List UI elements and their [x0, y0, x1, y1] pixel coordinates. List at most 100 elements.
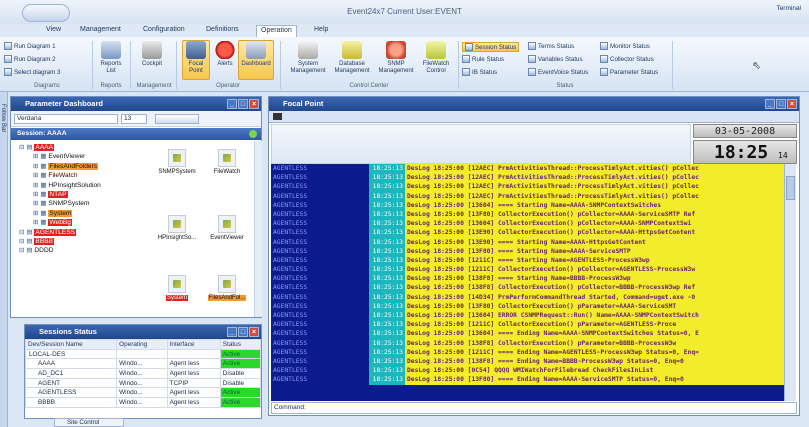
minimize-icon[interactable]: _	[227, 99, 237, 109]
table-row[interactable]: AGENTLESS Windo... Agent less Active	[24, 387, 262, 399]
select-diagram-3-button[interactable]: Select diagram 3	[4, 68, 60, 76]
menu-configuration[interactable]: Configuration	[143, 26, 185, 33]
monitor-status-button[interactable]: Monitor Status	[600, 42, 650, 50]
minimize-icon[interactable]: _	[765, 99, 775, 109]
table-row[interactable]: AAAA Windo... Agent less Active	[24, 358, 262, 370]
log-row[interactable]: AGENTLESS 18:25:13 DesLog 18:25:00 [13F80]…	[271, 246, 796, 256]
close-icon[interactable]: ×	[249, 99, 259, 109]
parameter-status-button[interactable]: Parameter Status	[600, 68, 658, 76]
table-row[interactable]: LOCAL-DES Active	[24, 348, 262, 360]
run-diagram-1-button[interactable]: Run Diagram 1	[4, 42, 56, 50]
scrollbar-thumb[interactable]	[786, 176, 795, 200]
parameter-tile[interactable]: FileWatch	[195, 149, 259, 175]
log-row[interactable]: AGENTLESS 18:25:13 DesLog 18:25:00 [138F8]…	[271, 274, 796, 284]
reports-list-button[interactable]: Reports List	[96, 41, 126, 75]
site-control-tab[interactable]: Site Control	[54, 418, 124, 427]
log-row[interactable]: AGENTLESS 18:25:13 DesLog 18:25:00 [12AEC]…	[271, 164, 796, 174]
dashboard-scrollbar[interactable]	[254, 141, 262, 317]
ib-status-button[interactable]: IB Status	[462, 68, 497, 76]
maximize-icon[interactable]: □	[776, 99, 786, 109]
tree-node[interactable]: ⊟ ▤ DDDD	[15, 246, 163, 255]
log-row[interactable]: AGENTLESS 18:25:13 DesLog 18:25:00 [13F80]…	[271, 209, 796, 220]
close-icon[interactable]: ×	[787, 99, 797, 109]
menu-help[interactable]: Help	[314, 26, 328, 33]
filewatch-control-button[interactable]: FileWatch Control	[418, 41, 454, 75]
column-header-status[interactable]: Status	[219, 339, 262, 350]
dashboard-button[interactable]: Dashboard	[238, 40, 274, 80]
log-row[interactable]: AGENTLESS 18:25:13 DesLog 18:25:00 [13604]…	[271, 329, 796, 339]
system-management-button[interactable]: System Management	[286, 41, 330, 75]
log-row[interactable]: AGENTLESS 18:25:13 DesLog 18:25:00 [0C54] …	[271, 366, 796, 376]
log-row[interactable]: AGENTLESS 18:25:13 DesLog 18:25:00 [138F8]…	[271, 283, 796, 293]
menu-operation[interactable]: Operation	[256, 25, 297, 37]
log-row[interactable]: AGENTLESS 18:25:13 DesLog 18:25:00 [13F80]…	[271, 375, 796, 385]
parameter-tile[interactable]: FilesAndFol...	[195, 275, 259, 301]
log-row[interactable]: AGENTLESS 18:25:13 DesLog 18:25:00 [13E90]…	[271, 237, 796, 247]
log-row[interactable]: AGENTLESS 18:25:13 DesLog 18:25:00 [1211C]…	[271, 320, 796, 330]
table-row[interactable]: AD_DC1 Windo... Agent less Disable	[24, 368, 262, 379]
size-select[interactable]: 13	[121, 114, 147, 124]
menu-management[interactable]: Management	[80, 26, 121, 33]
log-row[interactable]: AGENTLESS 18:25:13 DesLog 18:25:00 [13E90]…	[271, 228, 796, 238]
log-row[interactable]: AGENTLESS 18:25:13 DesLog 18:25:00 [138F8]…	[271, 338, 796, 348]
log-row[interactable]: AGENTLESS 18:25:13 DesLog 18:25:00 [12AEC]…	[271, 191, 796, 201]
font-select[interactable]: Verdana	[14, 114, 118, 124]
log-row[interactable]: AGENTLESS 18:25:13 DesLog 18:25:00 [13F80]…	[271, 301, 796, 311]
tree-node[interactable]: ⊞ ▦ WebBg	[15, 218, 163, 227]
table-cell: Active	[219, 358, 262, 370]
follow-bar-tab[interactable]: Follow Bar	[0, 92, 8, 427]
table-row[interactable]: AGENT Windo... TCPIP Disable	[24, 377, 262, 389]
log-row[interactable]: AGENTLESS 18:25:13 DesLog 18:25:00 [1211C]…	[271, 347, 796, 357]
snmp-management-button[interactable]: SNMP Management	[374, 41, 418, 75]
tree-node[interactable]: ⊟ ▤ AGENTLESS	[15, 228, 163, 237]
log-row[interactable]: AGENTLESS 18:25:13 DesLog 18:25:00 [1211C]…	[271, 265, 796, 275]
run-diagram-2-button[interactable]: Run Diagram 2	[4, 55, 56, 63]
node-icon: ⊟ ▤	[19, 237, 35, 245]
parameter-tile[interactable]: EventViewer	[195, 215, 259, 241]
alignment-buttons[interactable]	[155, 114, 199, 124]
command-input[interactable]: Command:	[271, 402, 797, 414]
tree-node[interactable]: ⊟ ▤ AAAA	[15, 143, 163, 152]
log-row[interactable]: AGENTLESS 18:25:13 DesLog 18:25:00 [12AEC]…	[271, 173, 796, 183]
log-row[interactable]: AGENTLESS 18:25:13 DesLog 18:25:00 [13604]…	[271, 311, 796, 321]
tree-node[interactable]: ⊞ ▦ NTAP	[15, 190, 163, 199]
tree-node[interactable]: ⊞ ▦ HPInsightSolution	[15, 181, 163, 190]
column-header-operating[interactable]: Operating	[116, 339, 168, 350]
node-icon: ⊟ ▤	[19, 247, 35, 255]
tree-node[interactable]: ⊞ ▦ System	[15, 209, 163, 218]
log-row[interactable]: AGENTLESS 18:25:13 DesLog 18:25:00 [1211C]…	[271, 255, 796, 266]
tree-node[interactable]: ⊟ ▤ BBBB	[15, 237, 163, 246]
tree-node[interactable]: ⊞ ▦ FilesAndFolders	[15, 162, 163, 171]
eventvoice-status-button[interactable]: EventVoice Status	[528, 68, 588, 76]
terms-status-button[interactable]: Terms Status	[528, 42, 574, 50]
maximize-icon[interactable]: □	[238, 327, 248, 337]
log-scrollbar[interactable]	[784, 164, 796, 401]
maximize-icon[interactable]: □	[238, 99, 248, 109]
log-row[interactable]: AGENTLESS 18:25:13 DesLog 18:25:00 [138F8]…	[271, 356, 796, 367]
database-management-button[interactable]: Database Management	[330, 41, 374, 75]
alerts-button[interactable]: Alerts	[213, 41, 237, 68]
menu-view[interactable]: View	[46, 26, 61, 33]
session-status-button[interactable]: Session Status	[462, 42, 520, 52]
collector-status-button[interactable]: Collector Status	[600, 55, 654, 63]
menu-definitions[interactable]: Definitions	[206, 26, 239, 33]
variables-status-button[interactable]: Variables Status	[528, 55, 583, 63]
focal-point-button[interactable]: Focal Point	[182, 40, 210, 80]
tree-node[interactable]: ⊞ ▦ FileWatch	[15, 171, 163, 180]
tree-node[interactable]: ⊞ ▦ EventViewer	[15, 152, 163, 161]
keyboard-icon[interactable]	[273, 113, 282, 120]
minimize-icon[interactable]: _	[227, 327, 237, 337]
log-cell: DesLog 18:25:00 [13E90] CollectorExecuti…	[405, 228, 796, 238]
log-row[interactable]: AGENTLESS 18:25:13 DesLog 18:25:00 [13604]…	[271, 200, 796, 210]
rule-status-button[interactable]: Rule Status	[462, 55, 504, 63]
refresh-icon[interactable]	[249, 130, 257, 138]
log-row[interactable]: AGENTLESS 18:25:13 DesLog 18:25:00 [14D34]…	[271, 292, 796, 302]
log-row[interactable]: AGENTLESS 18:25:13 DesLog 18:25:00 [12AEC]…	[271, 182, 796, 192]
tree-node[interactable]: ⊞ ▦ SNMPSystem	[15, 199, 163, 208]
column-header-name[interactable]: Dev/Session Name	[24, 339, 118, 350]
cockpit-button[interactable]: Cockpit	[134, 41, 170, 68]
table-row[interactable]: BBBB Windo... Agent less Active	[24, 397, 262, 408]
column-header-interface[interactable]: Interface	[166, 339, 221, 350]
log-row[interactable]: AGENTLESS 18:25:13 DesLog 18:25:00 [13604]…	[271, 219, 796, 229]
close-icon[interactable]: ×	[249, 327, 259, 337]
